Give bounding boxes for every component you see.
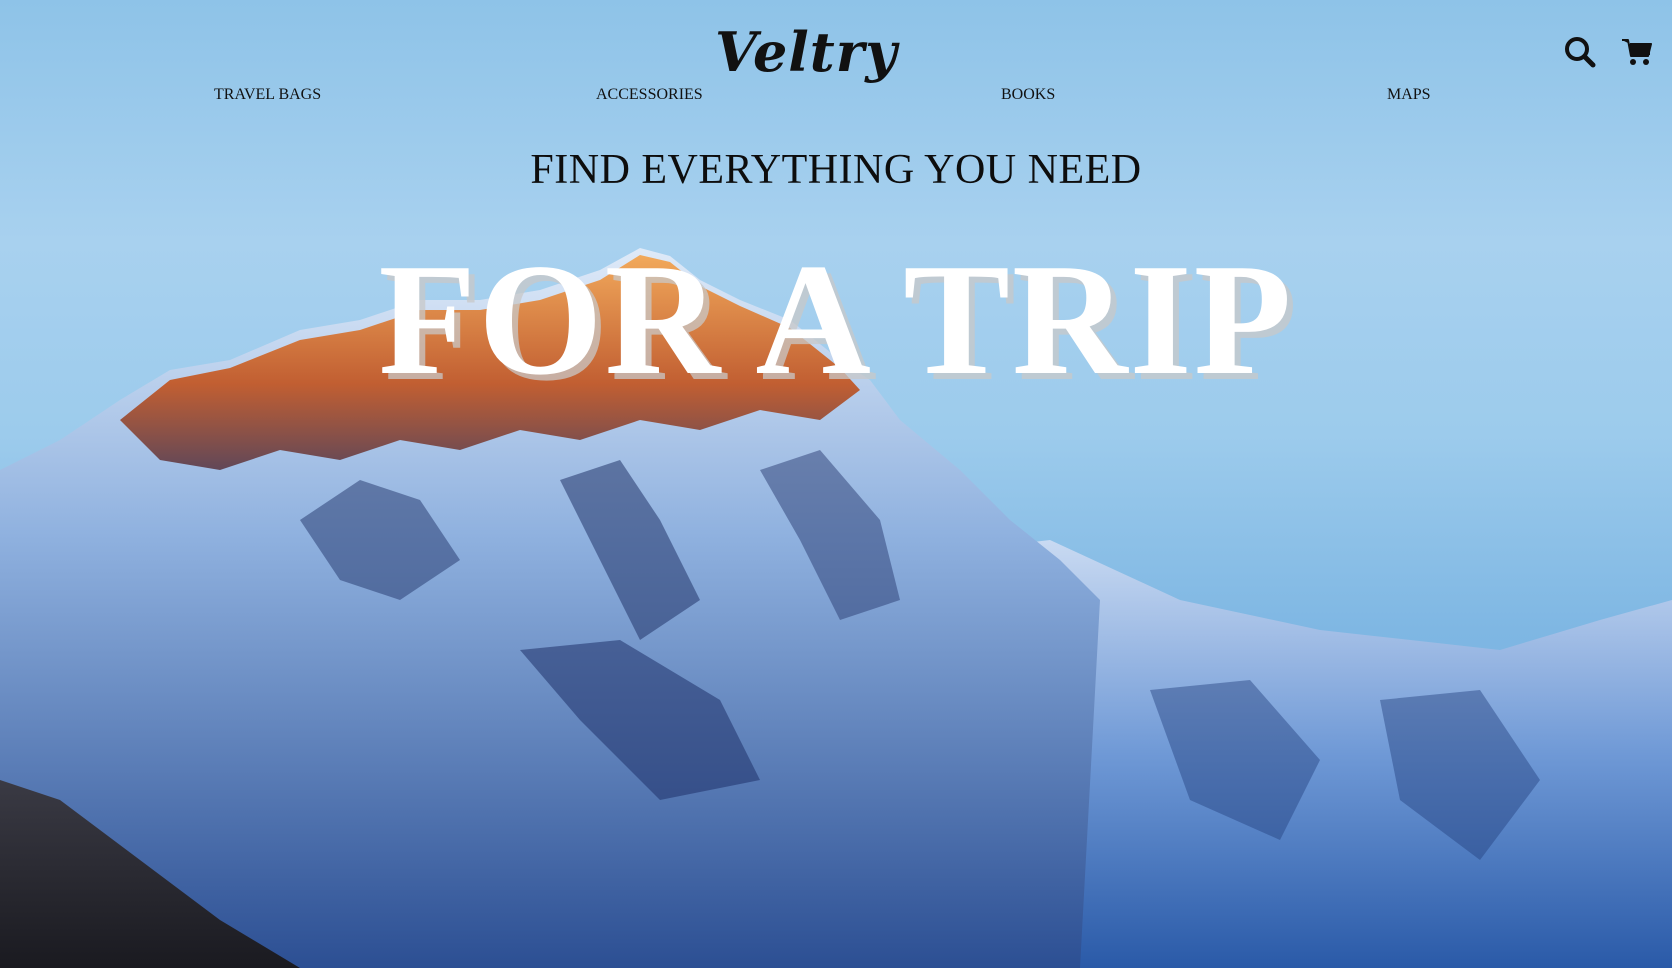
hero-headline: FOR A TRIP [378,230,1294,408]
nav-item-books[interactable]: BOOKS [1001,86,1055,104]
hero-subheading: FIND EVERYTHING YOU NEED [530,147,1142,193]
main-nav: TRAVEL BAGS ACCESSORIES BOOKS MAPS [0,86,1672,110]
nav-item-maps[interactable]: MAPS [1387,86,1431,104]
cart-button[interactable] [1620,34,1656,70]
nav-item-accessories[interactable]: ACCESSORIES [596,86,703,104]
cart-icon [1622,39,1652,65]
nav-item-travel-bags[interactable]: TRAVEL BAGS [214,86,321,104]
search-icon [1565,37,1596,68]
brand-logo[interactable]: Veltry [715,12,897,92]
hero-section: Veltry TRAVEL BAGS ACCESSORIES BOOKS MAP… [0,0,1672,968]
search-button[interactable] [1562,34,1598,70]
